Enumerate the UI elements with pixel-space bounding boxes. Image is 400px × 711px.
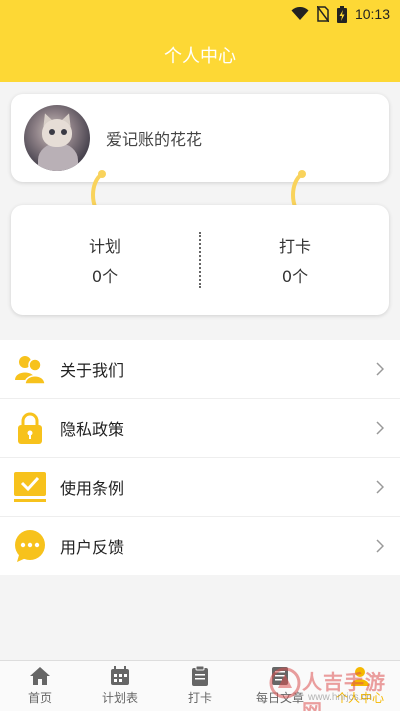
- menu-item-label: 用户反馈: [60, 538, 125, 557]
- clock: 10:13: [354, 6, 390, 22]
- chevron-right-icon: [376, 480, 384, 494]
- profile-card[interactable]: 爱记账的花花: [11, 94, 389, 182]
- tab-label: 每日文章: [255, 691, 304, 705]
- tab-label: 首页: [27, 691, 52, 705]
- wifi-icon: [291, 7, 309, 20]
- menu-item-terms[interactable]: 使用条例: [0, 458, 400, 517]
- users-icon: [13, 352, 47, 386]
- stat-checkin[interactable]: 打卡 0个: [201, 233, 389, 287]
- menu-item-label: 使用条例: [60, 479, 125, 498]
- tab-checkin[interactable]: 打卡: [160, 661, 240, 711]
- stat-label: 打卡: [278, 237, 311, 256]
- menu-item-about[interactable]: 关于我们: [0, 340, 400, 399]
- settings-menu: 关于我们 隐私政策 使用条例 用户反馈: [0, 340, 400, 575]
- person-icon: [351, 667, 369, 686]
- tab-home[interactable]: 首页: [0, 661, 80, 711]
- chevron-right-icon: [376, 421, 384, 435]
- bottom-tab-bar: 首页 计划表 打卡 每日文章 个人中心: [0, 660, 400, 711]
- menu-item-feedback[interactable]: 用户反馈: [0, 517, 400, 575]
- chevron-right-icon: [376, 362, 384, 376]
- nickname: 爱记账的花花: [106, 130, 203, 149]
- menu-item-label: 隐私政策: [60, 420, 125, 439]
- stat-plan[interactable]: 计划 0个: [11, 233, 199, 287]
- app-header: 个人中心: [0, 28, 400, 82]
- stat-label: 计划: [88, 237, 121, 256]
- tab-label: 个人中心: [335, 691, 384, 705]
- checkbox-icon: [13, 470, 47, 504]
- calendar-icon: [111, 666, 129, 685]
- avatar[interactable]: [24, 105, 90, 171]
- menu-item-privacy[interactable]: 隐私政策: [0, 399, 400, 458]
- battery-charging-icon: [336, 5, 347, 23]
- tab-daily-article[interactable]: 每日文章: [240, 661, 320, 711]
- stats-card: 计划 0个 打卡 0个: [11, 205, 389, 315]
- tab-label: 打卡: [187, 691, 212, 705]
- article-icon: [272, 667, 288, 685]
- no-sim-icon: [316, 6, 329, 22]
- tab-plan-table[interactable]: 计划表: [80, 661, 160, 711]
- page-title: 个人中心: [164, 46, 236, 67]
- clipboard-icon: [192, 666, 208, 686]
- tab-label: 计划表: [101, 691, 138, 705]
- status-bar: 10:13: [0, 0, 400, 28]
- stat-value: 0个: [91, 267, 119, 286]
- chevron-right-icon: [376, 539, 384, 553]
- tab-profile[interactable]: 个人中心: [320, 661, 400, 711]
- chat-bubble-icon: [13, 529, 47, 563]
- lock-icon: [13, 411, 47, 445]
- stat-value: 0个: [281, 267, 309, 286]
- menu-item-label: 关于我们: [60, 361, 125, 380]
- home-icon: [30, 667, 50, 685]
